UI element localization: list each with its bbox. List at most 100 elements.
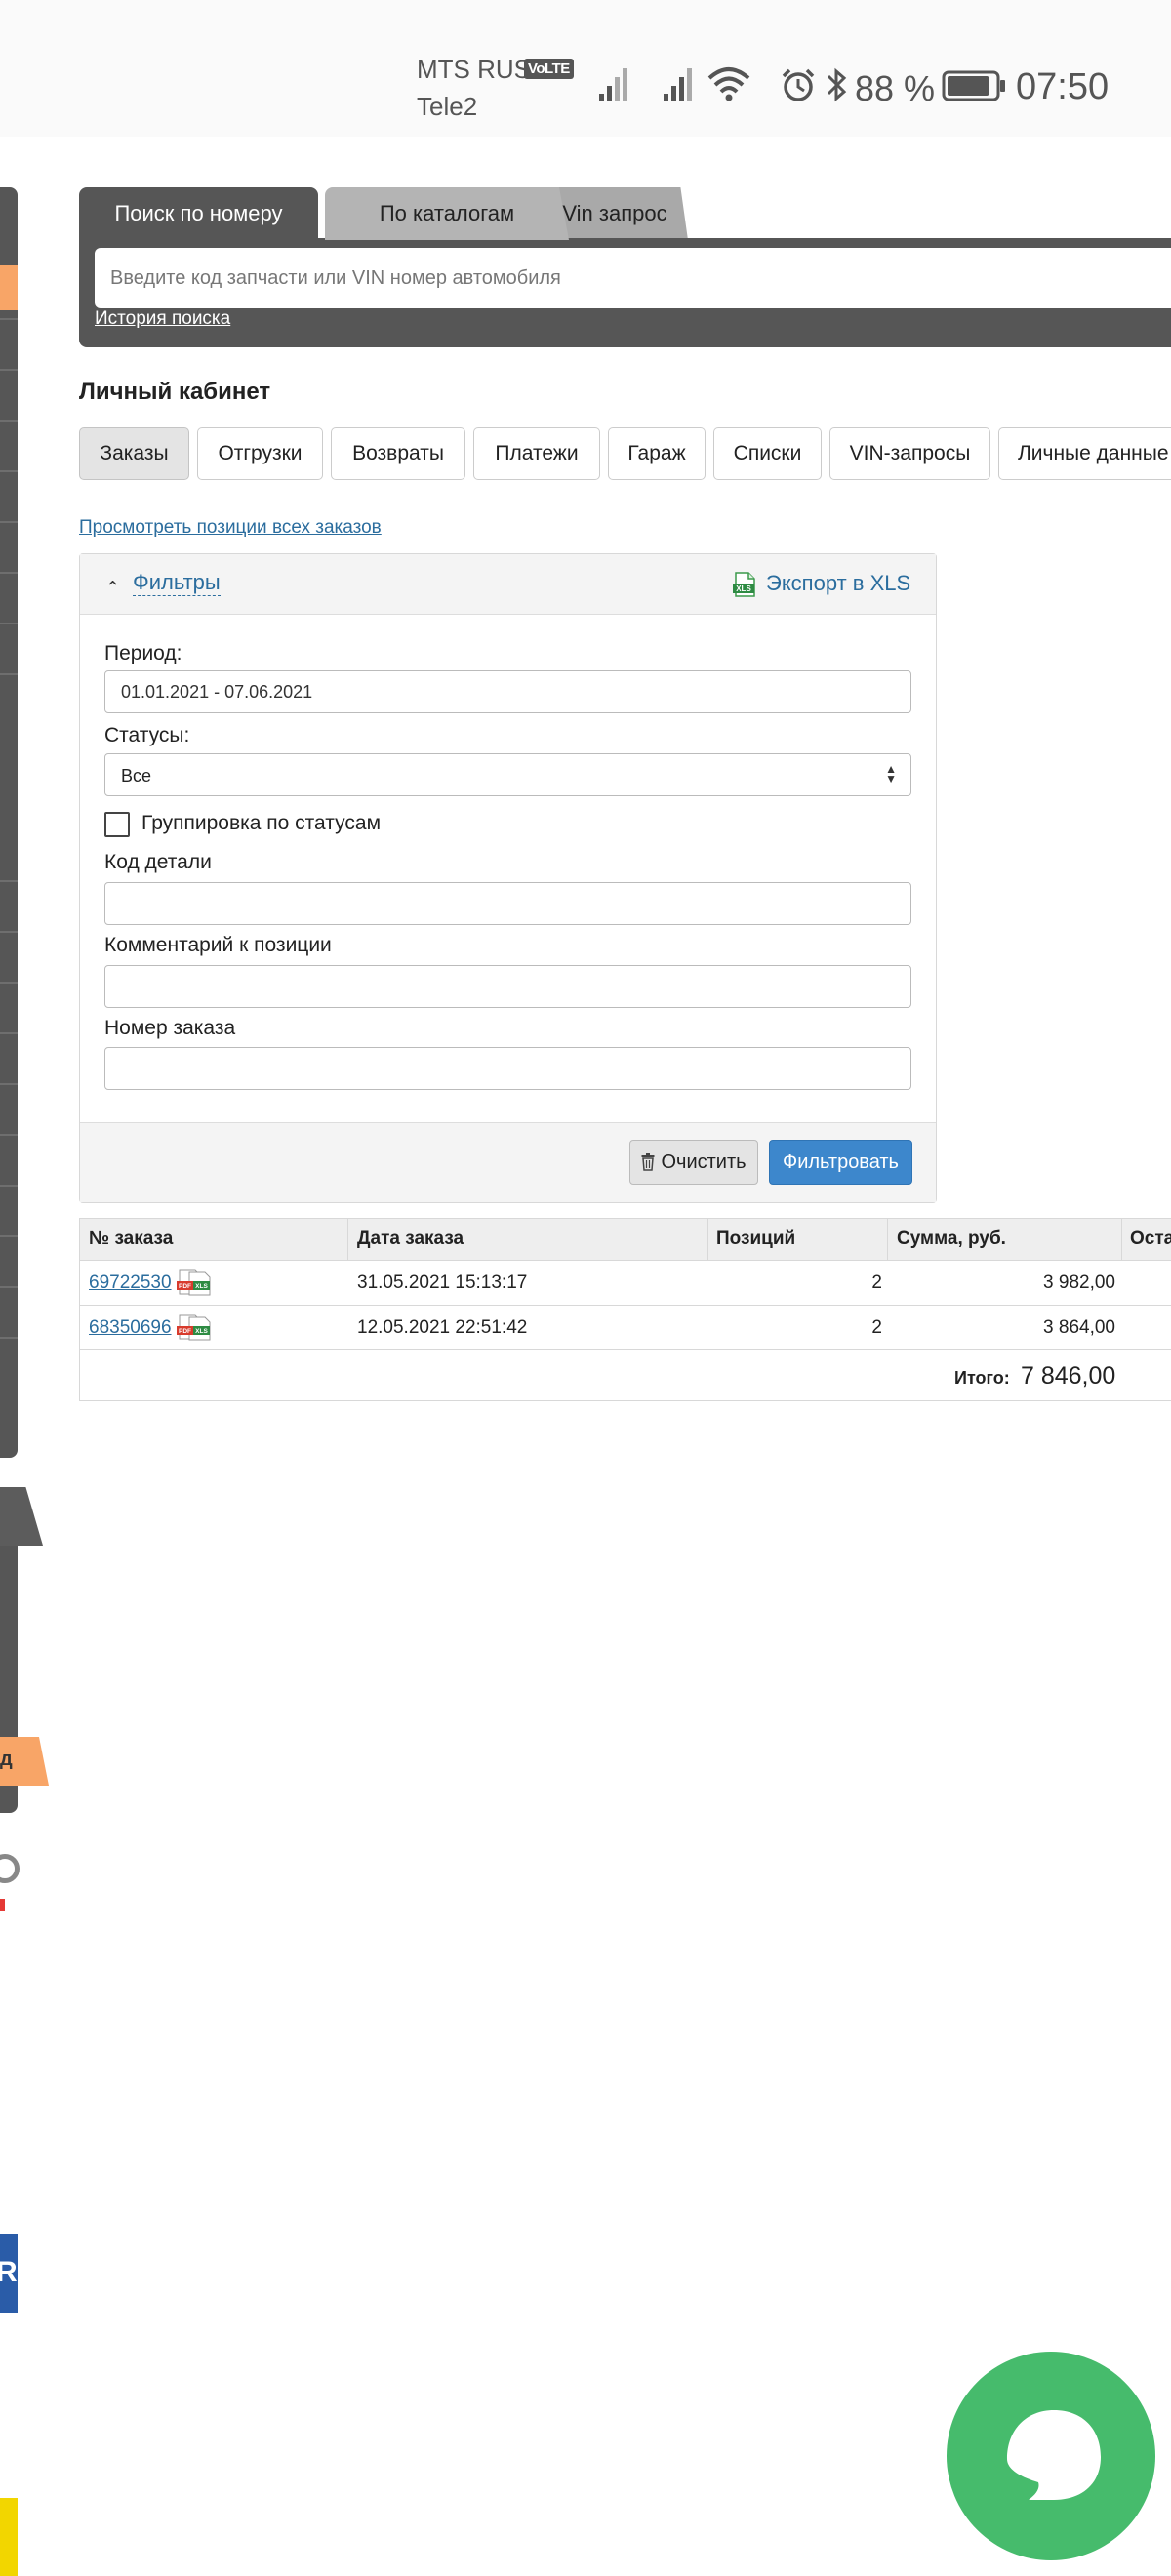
total-value: 7 846,00 <box>1021 1362 1116 1389</box>
side-menu-divider <box>0 931 18 933</box>
table-header: № заказа Дата заказа Позиций Сумма, руб.… <box>79 1218 1171 1261</box>
tab-personal-data[interactable]: Личные данные <box>998 427 1171 480</box>
xls-file-icon: XLS <box>733 572 755 597</box>
status-bar: MTS RUS VoLTE Tele2 88 % 07:50 <box>0 0 1171 137</box>
side-blue-badge[interactable]: R <box>0 2234 18 2313</box>
column-header-order-number: № заказа <box>89 1228 174 1249</box>
side-menu-divider <box>0 1083 18 1085</box>
filter-button[interactable]: Фильтровать <box>769 1140 912 1185</box>
table-row[interactable]: 69722530 PDF XLS 31.05.2021 15:13:17 2 3… <box>79 1261 1171 1306</box>
order-date: 31.05.2021 15:13:17 <box>357 1272 528 1293</box>
alarm-icon <box>782 68 815 101</box>
order-number-label: Номер заказа <box>104 1017 236 1039</box>
column-header-order-date: Дата заказа <box>357 1228 464 1249</box>
side-menu-active-item[interactable] <box>0 265 18 310</box>
battery-icon <box>942 70 1005 101</box>
filters-footer: Очистить Фильтровать <box>80 1122 936 1202</box>
side-menu-divider <box>0 1185 18 1187</box>
signal-icon-1 <box>599 68 627 101</box>
tab-payments[interactable]: Платежи <box>473 427 600 480</box>
order-positions: 2 <box>871 1272 882 1293</box>
side-menu-divider <box>0 623 18 624</box>
table-row[interactable]: 68350696 PDF XLS 12.05.2021 22:51:42 2 3… <box>79 1306 1171 1350</box>
comment-label: Комментарий к позиции <box>104 934 332 956</box>
column-header-sum: Сумма, руб. <box>897 1228 1006 1249</box>
wifi-icon <box>707 67 750 101</box>
order-date: 12.05.2021 22:51:42 <box>357 1317 528 1338</box>
side-menu-divider <box>0 521 18 523</box>
column-header-remaining: Оста <box>1130 1228 1171 1249</box>
side-panel-tab[interactable] <box>0 1487 43 1546</box>
pdf-icon-text: PDF <box>179 1328 191 1335</box>
side-menu[interactable] <box>0 187 18 1458</box>
side-blue-badge-label: R <box>0 2256 18 2288</box>
volte-badge: VoLTE <box>524 59 574 79</box>
total-label: Итого: <box>954 1368 1010 1388</box>
tab-shipments[interactable]: Отгрузки <box>197 427 323 480</box>
period-label: Период: <box>104 642 182 664</box>
pdf-xls-icon[interactable]: PDF XLS <box>176 1313 211 1341</box>
order-sum: 3 982,00 <box>1043 1272 1115 1293</box>
tab-orders[interactable]: Заказы <box>79 427 189 480</box>
xls-icon-text: XLS <box>736 584 751 593</box>
order-number-link[interactable]: 69722530 <box>89 1272 172 1294</box>
side-ring-icon <box>0 1854 20 1883</box>
group-by-status-label[interactable]: Группировка по статусам <box>141 812 381 835</box>
search-tabs: Поиск по номеру Vin запрос По каталогам <box>79 187 1171 240</box>
column-header-positions: Позиций <box>716 1228 796 1249</box>
page-title: Личный кабинет <box>79 379 271 405</box>
side-menu-divider <box>0 420 18 422</box>
tab-lists[interactable]: Списки <box>713 427 822 480</box>
statuses-selected-value: Все <box>121 766 152 785</box>
filters-header: ⌄ Фильтры XLS Экспорт в XLS <box>80 554 936 615</box>
clear-button[interactable]: Очистить <box>629 1140 758 1185</box>
order-positions: 2 <box>871 1317 882 1338</box>
side-menu-divider <box>0 673 18 675</box>
side-menu-divider <box>0 318 18 320</box>
order-number-input[interactable] <box>104 1047 911 1090</box>
filters-panel: ⌄ Фильтры XLS Экспорт в XLS Период: Стат… <box>79 553 937 1203</box>
statuses-select[interactable]: Все ▲ ▼ <box>104 753 911 796</box>
tab-search-by-number[interactable]: Поиск по номеру <box>79 187 318 240</box>
signal-icon-2 <box>664 68 692 101</box>
part-code-input[interactable] <box>104 882 911 925</box>
part-code-label: Код детали <box>104 851 212 873</box>
chat-button[interactable] <box>947 2352 1155 2560</box>
order-number-link[interactable]: 68350696 <box>89 1317 172 1339</box>
side-orange-button[interactable]: д <box>0 1737 49 1786</box>
search-history-link[interactable]: История поиска <box>95 308 230 330</box>
all-order-positions-link[interactable]: Просмотреть позиции всех заказов <box>79 517 382 539</box>
side-menu-divider <box>0 572 18 574</box>
side-menu-divider <box>0 470 18 472</box>
tab-returns[interactable]: Возвраты <box>331 427 465 480</box>
search-input[interactable] <box>95 248 1171 308</box>
tab-garage[interactable]: Гараж <box>608 427 706 480</box>
bluetooth-icon <box>827 67 847 102</box>
order-sum: 3 864,00 <box>1043 1317 1115 1338</box>
side-menu-divider <box>0 1286 18 1288</box>
tab-vin-requests[interactable]: VIN-запросы <box>829 427 990 480</box>
tab-by-catalogs[interactable]: По каталогам <box>325 187 569 240</box>
xls-icon-text: XLS <box>195 1328 208 1335</box>
side-menu-divider <box>0 369 18 371</box>
side-menu-divider <box>0 982 18 984</box>
carrier-name-2: Tele2 <box>417 92 478 121</box>
filters-toggle[interactable]: Фильтры <box>133 570 221 596</box>
statuses-label: Статусы: <box>104 724 190 746</box>
side-menu-divider <box>0 880 18 882</box>
battery-percent: 88 % <box>855 68 936 108</box>
chevron-up-icon[interactable]: ⌄ <box>105 576 120 596</box>
group-by-status-checkbox[interactable] <box>104 812 130 837</box>
pdf-xls-icon[interactable]: PDF XLS <box>176 1268 211 1296</box>
side-product-thumbnail[interactable] <box>0 2498 18 2576</box>
side-red-marker <box>0 1899 5 1911</box>
comment-input[interactable] <box>104 965 911 1008</box>
carrier-name-1: MTS RUS <box>417 55 531 84</box>
table-total-row: Итого: 7 846,00 <box>79 1350 1171 1401</box>
side-orange-label: д <box>0 1749 13 1770</box>
export-xls-link[interactable]: Экспорт в XLS <box>766 571 910 596</box>
select-arrows-icon: ▲ ▼ <box>885 762 897 785</box>
side-menu-divider <box>0 1134 18 1136</box>
side-menu-divider <box>0 1235 18 1237</box>
period-input[interactable] <box>104 670 911 713</box>
